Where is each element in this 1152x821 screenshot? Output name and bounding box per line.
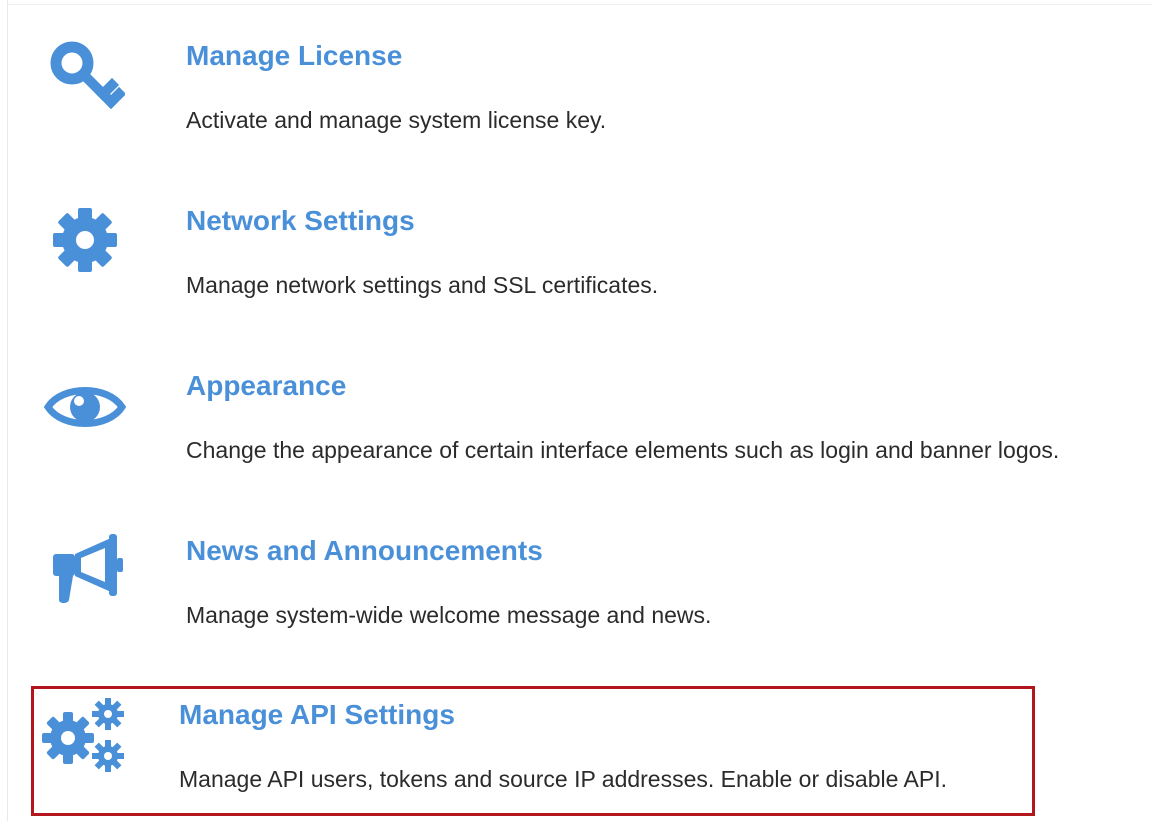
settings-item-network-settings[interactable]: Network Settings Manage network settings…	[0, 165, 1152, 315]
news-announcements-link[interactable]: News and Announcements	[186, 535, 543, 567]
megaphone-icon[interactable]	[40, 523, 130, 613]
appearance-link[interactable]: Appearance	[186, 370, 346, 402]
network-settings-description: Manage network settings and SSL certific…	[186, 272, 659, 298]
manage-license-description: Activate and manage system license key.	[186, 107, 607, 133]
settings-item-news-announcements[interactable]: News and Announcements Manage system-wid…	[0, 495, 1152, 645]
settings-item-manage-license[interactable]: Manage License Activate and manage syste…	[0, 0, 1152, 150]
gear-icon[interactable]	[40, 195, 130, 285]
gears-icon[interactable]	[38, 690, 128, 780]
news-announcements-description: Manage system-wide welcome message and n…	[186, 602, 712, 628]
settings-page: Manage License Activate and manage syste…	[0, 0, 1152, 821]
key-icon[interactable]	[40, 30, 130, 120]
appearance-description: Change the appearance of certain interfa…	[186, 437, 1060, 463]
network-settings-link[interactable]: Network Settings	[186, 205, 415, 237]
manage-api-settings-description: Manage API users, tokens and source IP a…	[179, 766, 947, 792]
manage-license-link[interactable]: Manage License	[186, 40, 402, 72]
settings-item-manage-api[interactable]: Manage API Settings Manage API users, to…	[0, 660, 1152, 810]
eye-icon[interactable]	[40, 362, 130, 452]
settings-item-appearance[interactable]: Appearance Change the appearance of cert…	[0, 330, 1152, 480]
manage-api-settings-link[interactable]: Manage API Settings	[179, 699, 455, 731]
